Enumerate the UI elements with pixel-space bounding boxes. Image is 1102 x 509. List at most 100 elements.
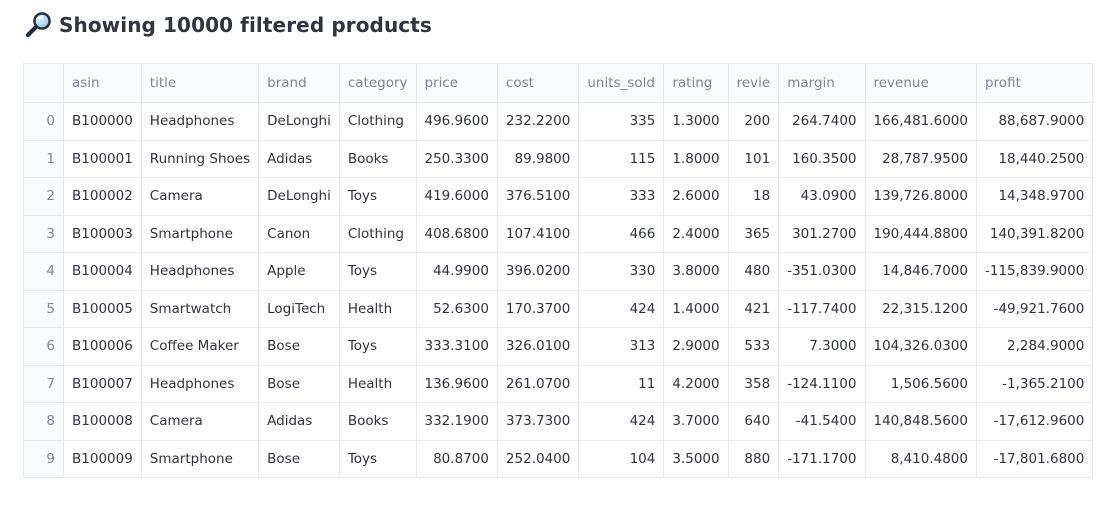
- cell-category[interactable]: Clothing: [338, 214, 417, 253]
- column-header-category[interactable]: category: [338, 63, 417, 103]
- cell-revenue[interactable]: 14,846.7000: [864, 252, 977, 291]
- cell-brand[interactable]: Bose: [258, 439, 340, 478]
- cell-category[interactable]: Health: [338, 289, 417, 328]
- cell-margin[interactable]: -351.0300: [778, 252, 866, 291]
- cell-revenue[interactable]: 22,315.1200: [864, 289, 977, 328]
- table-row[interactable]: 9 B100009 Smartphone Bose Toys 80.8700 252.040…: [23, 439, 1094, 478]
- cell-cost[interactable]: 376.5100: [496, 177, 580, 216]
- cell-cost[interactable]: 261.0700: [496, 364, 580, 403]
- cell-margin[interactable]: 7.3000: [778, 327, 866, 366]
- cell-asin[interactable]: B100006: [63, 327, 142, 366]
- cell-rating[interactable]: 1.4000: [663, 289, 729, 328]
- cell-asin[interactable]: B100001: [63, 139, 142, 178]
- cell-title[interactable]: Headphones: [140, 364, 260, 403]
- cell-brand[interactable]: Bose: [258, 364, 340, 403]
- cell-brand[interactable]: DeLonghi: [258, 102, 340, 141]
- cell-margin[interactable]: 301.2700: [778, 214, 866, 253]
- cell-brand[interactable]: Adidas: [258, 402, 340, 441]
- cell-price[interactable]: 52.6300: [415, 289, 498, 328]
- table-row[interactable]: 6 B100006 Coffee Maker Bose Toys 333.3100 326.…: [23, 327, 1094, 366]
- column-header-units-sold[interactable]: units_sold: [578, 63, 665, 103]
- table-row[interactable]: 5 B100005 Smartwatch LogiTech Health 52.6300 1…: [23, 289, 1094, 328]
- cell-cost[interactable]: 170.3700: [496, 289, 580, 328]
- cell-revenue[interactable]: 28,787.9500: [864, 139, 977, 178]
- cell-brand[interactable]: Apple: [258, 252, 340, 291]
- cell-revie[interactable]: 640: [727, 402, 780, 441]
- cell-asin[interactable]: B100002: [63, 177, 142, 216]
- cell-revie[interactable]: 365: [727, 214, 780, 253]
- cell-title[interactable]: Headphones: [140, 252, 260, 291]
- cell-revenue[interactable]: 190,444.8800: [864, 214, 977, 253]
- cell-brand[interactable]: LogiTech: [258, 289, 340, 328]
- cell-revie[interactable]: 101: [727, 139, 780, 178]
- cell-revenue[interactable]: 140,848.5600: [864, 402, 977, 441]
- cell-brand[interactable]: DeLonghi: [258, 177, 340, 216]
- cell-price[interactable]: 408.6800: [415, 214, 498, 253]
- cell-margin[interactable]: -171.1700: [778, 439, 866, 478]
- cell-units-sold[interactable]: 330: [578, 252, 665, 291]
- cell-category[interactable]: Clothing: [338, 102, 417, 141]
- cell-asin[interactable]: B100003: [63, 214, 142, 253]
- cell-price[interactable]: 496.9600: [415, 102, 498, 141]
- cell-units-sold[interactable]: 335: [578, 102, 665, 141]
- products-table[interactable]: asin title brand category price cost units_sol…: [23, 63, 1094, 478]
- column-header-margin[interactable]: margin: [778, 63, 866, 103]
- cell-units-sold[interactable]: 11: [578, 364, 665, 403]
- table-row[interactable]: 3 B100003 Smartphone Canon Clothing 408.6800 1…: [23, 214, 1094, 253]
- cell-price[interactable]: 136.9600: [415, 364, 498, 403]
- cell-units-sold[interactable]: 424: [578, 402, 665, 441]
- cell-asin[interactable]: B100007: [63, 364, 142, 403]
- cell-price[interactable]: 44.9900: [415, 252, 498, 291]
- cell-units-sold[interactable]: 104: [578, 439, 665, 478]
- cell-cost[interactable]: 107.4100: [496, 214, 580, 253]
- column-header-cost[interactable]: cost: [496, 63, 580, 103]
- cell-rating[interactable]: 3.5000: [663, 439, 729, 478]
- cell-revie[interactable]: 480: [727, 252, 780, 291]
- cell-profit[interactable]: -49,921.7600: [975, 289, 1094, 328]
- cell-rating[interactable]: 2.9000: [663, 327, 729, 366]
- column-header-revenue[interactable]: revenue: [864, 63, 977, 103]
- cell-rating[interactable]: 4.2000: [663, 364, 729, 403]
- cell-profit[interactable]: -17,612.9600: [975, 402, 1094, 441]
- cell-revie[interactable]: 358: [727, 364, 780, 403]
- cell-revie[interactable]: 421: [727, 289, 780, 328]
- cell-profit[interactable]: 140,391.8200: [975, 214, 1094, 253]
- cell-price[interactable]: 419.6000: [415, 177, 498, 216]
- cell-title[interactable]: Coffee Maker: [140, 327, 260, 366]
- column-header-revie[interactable]: revie: [727, 63, 780, 103]
- cell-asin[interactable]: B100000: [63, 102, 142, 141]
- cell-asin[interactable]: B100005: [63, 289, 142, 328]
- cell-revenue[interactable]: 1,506.5600: [864, 364, 977, 403]
- cell-revie[interactable]: 533: [727, 327, 780, 366]
- cell-margin[interactable]: 160.3500: [778, 139, 866, 178]
- cell-cost[interactable]: 252.0400: [496, 439, 580, 478]
- cell-title[interactable]: Smartwatch: [140, 289, 260, 328]
- cell-category[interactable]: Books: [338, 402, 417, 441]
- cell-asin[interactable]: B100009: [63, 439, 142, 478]
- column-header-brand[interactable]: brand: [258, 63, 340, 103]
- cell-asin[interactable]: B100008: [63, 402, 142, 441]
- cell-rating[interactable]: 2.4000: [663, 214, 729, 253]
- column-header-price[interactable]: price: [415, 63, 498, 103]
- cell-cost[interactable]: 373.7300: [496, 402, 580, 441]
- cell-price[interactable]: 332.1900: [415, 402, 498, 441]
- table-row[interactable]: 1 B100001 Running Shoes Adidas Books 250.3300…: [23, 139, 1094, 178]
- cell-revenue[interactable]: 166,481.6000: [864, 102, 977, 141]
- cell-title[interactable]: Camera: [140, 177, 260, 216]
- cell-cost[interactable]: 232.2200: [496, 102, 580, 141]
- cell-units-sold[interactable]: 424: [578, 289, 665, 328]
- table-row[interactable]: 4 B100004 Headphones Apple Toys 44.9900 396.02…: [23, 252, 1094, 291]
- cell-profit[interactable]: 88,687.9000: [975, 102, 1094, 141]
- column-header-asin[interactable]: asin: [63, 63, 142, 103]
- cell-margin[interactable]: 264.7400: [778, 102, 866, 141]
- cell-price[interactable]: 80.8700: [415, 439, 498, 478]
- column-header-profit[interactable]: profit: [975, 63, 1094, 103]
- cell-rating[interactable]: 1.8000: [663, 139, 729, 178]
- cell-brand[interactable]: Adidas: [258, 139, 340, 178]
- cell-rating[interactable]: 3.8000: [663, 252, 729, 291]
- cell-title[interactable]: Headphones: [140, 102, 260, 141]
- cell-rating[interactable]: 1.3000: [663, 102, 729, 141]
- cell-title[interactable]: Running Shoes: [140, 139, 260, 178]
- cell-title[interactable]: Camera: [140, 402, 260, 441]
- table-row[interactable]: 0 B100000 Headphones DeLonghi Clothing 496.96…: [23, 102, 1094, 141]
